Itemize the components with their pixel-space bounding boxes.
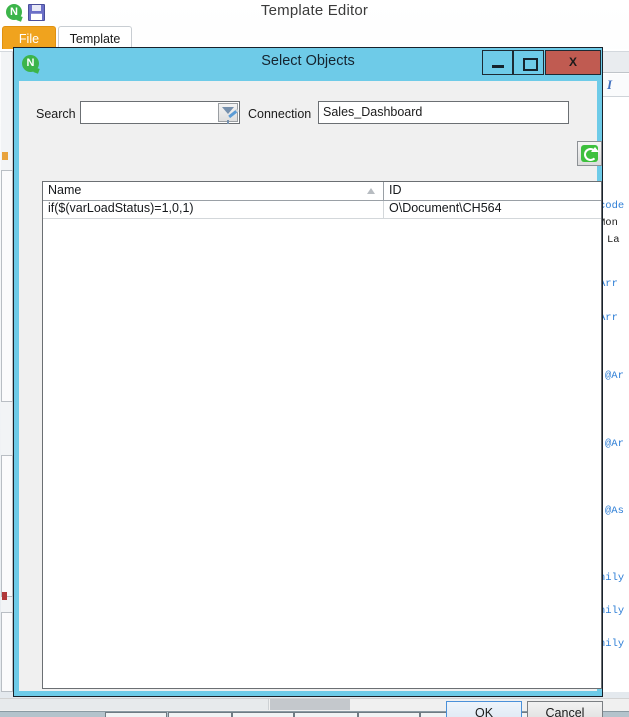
- column-header-name-label: Name: [48, 183, 82, 197]
- connection-label: Connection: [248, 107, 312, 121]
- refresh-button[interactable]: [577, 141, 602, 166]
- column-header-id-label: ID: [389, 183, 402, 197]
- objects-grid[interactable]: Name ID if($(varLoadStatus)=1,0,1) O\Doc…: [42, 181, 602, 689]
- app-title: Template Editor: [260, 2, 369, 19]
- search-input[interactable]: [84, 104, 218, 124]
- cell-name-text: if($(varLoadStatus)=1,0,1): [48, 201, 194, 215]
- left-panel-marker-red: [2, 592, 7, 600]
- horizontal-scrollbar-left-region[interactable]: [0, 699, 269, 710]
- minimize-icon: [492, 65, 504, 68]
- code-line: code: [599, 200, 625, 212]
- left-panel-section-a: [1, 170, 13, 402]
- search-label: Search: [36, 107, 76, 121]
- code-line: @As: [605, 505, 624, 517]
- connection-field[interactable]: Sales_Dashboard: [318, 101, 569, 124]
- code-line: nily: [599, 572, 625, 584]
- taskbar-item[interactable]: [294, 712, 358, 717]
- left-panel-marker-orange: [2, 152, 8, 160]
- grid-header-row: Name ID: [43, 182, 601, 201]
- code-line: nily: [599, 638, 625, 650]
- cell-id[interactable]: O\Document\CH564: [384, 201, 601, 218]
- horizontal-scrollbar-thumb[interactable]: [270, 699, 350, 710]
- code-line: nily: [599, 605, 625, 617]
- cell-id-text: O\Document\CH564: [389, 201, 502, 215]
- ok-button[interactable]: OK: [446, 701, 522, 717]
- code-line: Mon: [599, 217, 618, 229]
- maximize-button[interactable]: [513, 50, 544, 75]
- taskbar-item[interactable]: [358, 712, 420, 717]
- code-line: Arr: [599, 312, 618, 324]
- code-line: @Ar: [605, 370, 624, 382]
- app-titlebar: N Template Editor: [0, 0, 629, 24]
- code-pane-title: I: [599, 74, 629, 97]
- search-field-wrapper[interactable]: [80, 101, 240, 124]
- filter-button[interactable]: [218, 103, 239, 124]
- cell-name[interactable]: if($(varLoadStatus)=1,0,1): [43, 201, 384, 218]
- left-panel-section-c: [1, 612, 13, 692]
- select-objects-dialog: N Select Objects X Search Connection Sal…: [13, 47, 603, 717]
- maximize-icon: [523, 58, 538, 71]
- column-header-id[interactable]: ID: [384, 182, 601, 200]
- minimize-button[interactable]: [482, 50, 513, 75]
- refresh-icon: [581, 145, 599, 162]
- cancel-button[interactable]: Cancel: [527, 701, 603, 717]
- code-pane-header: [599, 52, 629, 73]
- column-header-name[interactable]: Name: [43, 182, 384, 200]
- connection-value: Sales_Dashboard: [323, 105, 423, 119]
- screen: N Template Editor File Template I code Mo…: [0, 0, 629, 717]
- sort-ascending-icon: [367, 188, 375, 194]
- taskbar-item[interactable]: [232, 712, 294, 717]
- dialog-titlebar[interactable]: N Select Objects X: [14, 48, 602, 79]
- taskbar-item[interactable]: [105, 712, 167, 717]
- table-row[interactable]: if($(varLoadStatus)=1,0,1) O\Document\CH…: [43, 201, 601, 219]
- taskbar-item[interactable]: [168, 712, 232, 717]
- code-line: @Ar: [605, 438, 624, 450]
- code-line: Arr: [599, 278, 618, 290]
- close-button[interactable]: X: [545, 50, 601, 75]
- code-line: La: [607, 234, 620, 246]
- left-panel-section-b: [1, 455, 13, 597]
